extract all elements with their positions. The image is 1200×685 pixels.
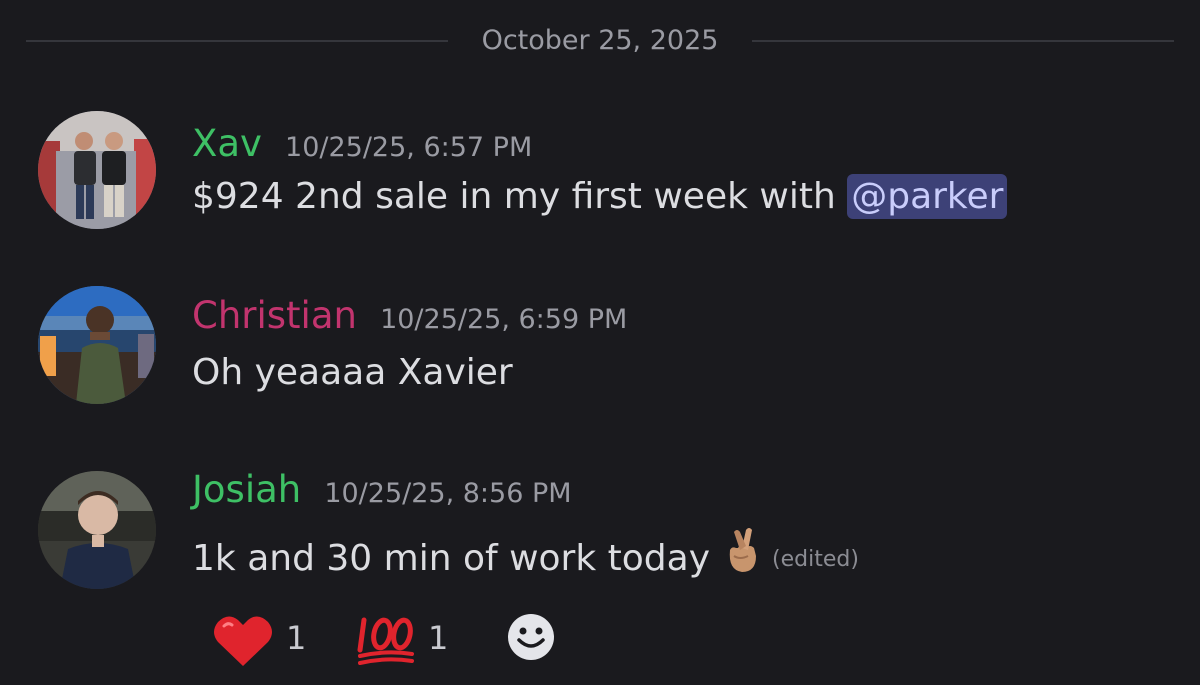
reaction-hundred[interactable]: 1 (352, 608, 462, 670)
reaction-count: 1 (428, 619, 449, 657)
message-timestamp: 10/25/25, 6:59 PM (380, 304, 628, 335)
message-header: Christian 10/25/25, 6:59 PM (192, 294, 627, 337)
message-content: $924 2nd sale in my first week with @par… (192, 174, 1008, 219)
avatar-photo-icon (38, 286, 156, 404)
message-text: $924 2nd sale in my first week with (192, 176, 848, 217)
add-reaction-button[interactable] (506, 612, 556, 662)
message-timestamp: 10/25/25, 8:56 PM (324, 478, 572, 509)
chat-view: October 25, 2025 Xav 10/25/25, 6:57 PM $… (0, 0, 1200, 685)
message-text: 1k and 30 min of work today (192, 538, 711, 579)
message-content: Oh yeaaaa Xavier (192, 352, 513, 393)
crossed-fingers-icon (722, 526, 762, 585)
add-reaction-icon (508, 614, 554, 660)
divider-line (752, 40, 1174, 42)
divider-line (26, 40, 448, 42)
username[interactable]: Christian (192, 294, 357, 337)
message-text: Oh yeaaaa Xavier (192, 352, 513, 393)
date-divider: October 25, 2025 (26, 22, 1174, 60)
reaction-count: 1 (286, 619, 307, 657)
reaction-heart[interactable]: 1 (208, 608, 318, 670)
edited-label: (edited) (772, 547, 859, 572)
message-header: Xav 10/25/25, 6:57 PM (192, 122, 532, 165)
message-content: 1k and 30 min of work today (edited) (192, 526, 859, 585)
heart-icon (212, 614, 274, 672)
user-avatar[interactable] (38, 471, 156, 589)
username[interactable]: Josiah (192, 468, 301, 511)
hundred-points-icon (356, 616, 416, 670)
user-mention[interactable]: @parker (847, 174, 1008, 219)
user-avatar[interactable] (38, 111, 156, 229)
user-avatar[interactable] (38, 286, 156, 404)
message-header: Josiah 10/25/25, 8:56 PM (192, 468, 572, 511)
username[interactable]: Xav (192, 122, 262, 165)
avatar-photo-icon (38, 471, 156, 589)
date-divider-text: October 25, 2025 (481, 25, 719, 56)
message-timestamp: 10/25/25, 6:57 PM (285, 132, 533, 163)
avatar-photo-icon (38, 111, 156, 229)
